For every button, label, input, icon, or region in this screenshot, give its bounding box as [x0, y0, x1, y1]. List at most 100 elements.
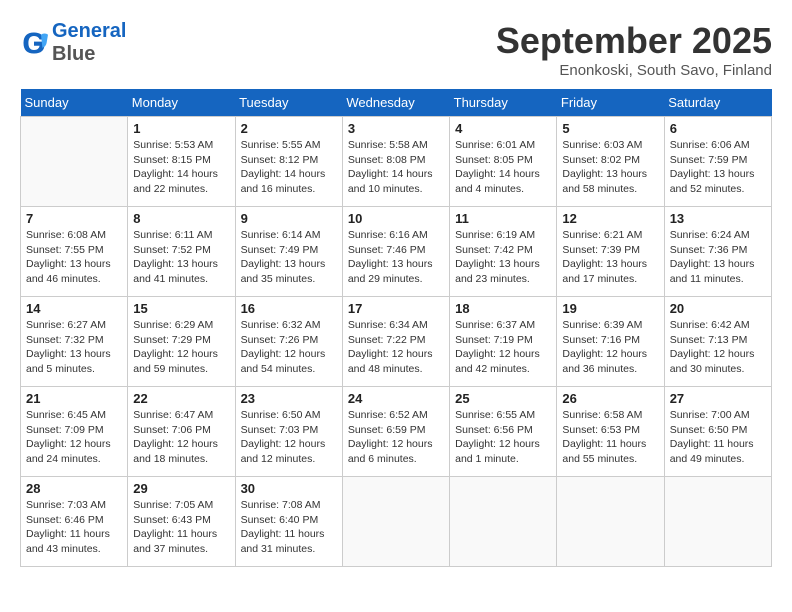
day-info: Sunrise: 7:00 AM Sunset: 6:50 PM Dayligh… — [670, 408, 766, 467]
day-info: Sunrise: 6:39 AM Sunset: 7:16 PM Dayligh… — [562, 318, 658, 377]
calendar-cell: 14Sunrise: 6:27 AM Sunset: 7:32 PM Dayli… — [21, 297, 128, 387]
day-number: 10 — [348, 211, 444, 226]
logo: General Blue — [20, 20, 126, 66]
day-number: 19 — [562, 301, 658, 316]
day-info: Sunrise: 6:11 AM Sunset: 7:52 PM Dayligh… — [133, 228, 229, 287]
calendar-cell: 20 Sunrise: 6:42 AM Sunset: 7:13 PM Dayli… — [664, 297, 771, 387]
calendar-cell: 26Sunrise: 6:58 AM Sunset: 6:53 PM Dayli… — [557, 387, 664, 477]
calendar-cell: 8 Sunrise: 6:11 AM Sunset: 7:52 PM Daylig… — [128, 207, 235, 297]
day-info: Sunrise: 6:01 AM Sunset: 8:05 PM Dayligh… — [455, 138, 551, 197]
calendar-cell: 29 Sunrise: 7:05 AM Sunset: 6:43 PM Dayli… — [128, 477, 235, 567]
day-info: Sunrise: 6:42 AM Sunset: 7:13 PM Dayligh… — [670, 318, 766, 377]
calendar-table: SundayMondayTuesdayWednesdayThursdayFrid… — [20, 89, 772, 567]
day-info: Sunrise: 6:19 AM Sunset: 7:42 PM Dayligh… — [455, 228, 551, 287]
day-number: 14 — [26, 301, 122, 316]
day-number: 3 — [348, 121, 444, 136]
day-number: 25 — [455, 391, 551, 406]
day-number: 30 — [241, 481, 337, 496]
day-info: Sunrise: 6:55 AM Sunset: 6:56 PM Dayligh… — [455, 408, 551, 467]
calendar-cell: 23 Sunrise: 6:50 AM Sunset: 7:03 PM Dayli… — [235, 387, 342, 477]
day-info: Sunrise: 6:29 AM Sunset: 7:29 PM Dayligh… — [133, 318, 229, 377]
day-number: 5 — [562, 121, 658, 136]
day-info: Sunrise: 6:47 AM Sunset: 7:06 PM Dayligh… — [133, 408, 229, 467]
day-header-monday: Monday — [128, 89, 235, 117]
day-info: Sunrise: 7:08 AM Sunset: 6:40 PM Dayligh… — [241, 498, 337, 557]
calendar-cell: 11 Sunrise: 6:19 AM Sunset: 7:42 PM Dayli… — [450, 207, 557, 297]
day-info: Sunrise: 6:52 AM Sunset: 6:59 PM Dayligh… — [348, 408, 444, 467]
day-number: 17 — [348, 301, 444, 316]
day-info: Sunrise: 6:45 AM Sunset: 7:09 PM Dayligh… — [26, 408, 122, 467]
calendar-cell: 19 Sunrise: 6:39 AM Sunset: 7:16 PM Dayli… — [557, 297, 664, 387]
day-number: 2 — [241, 121, 337, 136]
day-header-wednesday: Wednesday — [342, 89, 449, 117]
day-info: Sunrise: 6:16 AM Sunset: 7:46 PM Dayligh… — [348, 228, 444, 287]
week-row-5: 28Sunrise: 7:03 AM Sunset: 6:46 PM Dayli… — [21, 477, 772, 567]
day-header-saturday: Saturday — [664, 89, 771, 117]
day-number: 27 — [670, 391, 766, 406]
calendar-cell — [342, 477, 449, 567]
day-number: 11 — [455, 211, 551, 226]
day-number: 20 — [670, 301, 766, 316]
location: Enonkoski, South Savo, Finland — [496, 62, 772, 79]
calendar-cell: 5 Sunrise: 6:03 AM Sunset: 8:02 PM Daylig… — [557, 117, 664, 207]
calendar-cell: 25 Sunrise: 6:55 AM Sunset: 6:56 PM Dayli… — [450, 387, 557, 477]
week-row-3: 14Sunrise: 6:27 AM Sunset: 7:32 PM Dayli… — [21, 297, 772, 387]
day-number: 12 — [562, 211, 658, 226]
calendar-cell: 22 Sunrise: 6:47 AM Sunset: 7:06 PM Dayli… — [128, 387, 235, 477]
day-header-sunday: Sunday — [21, 89, 128, 117]
day-info: Sunrise: 6:03 AM Sunset: 8:02 PM Dayligh… — [562, 138, 658, 197]
week-row-2: 7 Sunrise: 6:08 AM Sunset: 7:55 PM Daylig… — [21, 207, 772, 297]
day-number: 1 — [133, 121, 229, 136]
day-number: 29 — [133, 481, 229, 496]
day-number: 13 — [670, 211, 766, 226]
calendar-cell: 18 Sunrise: 6:37 AM Sunset: 7:19 PM Dayli… — [450, 297, 557, 387]
day-info: Sunrise: 6:24 AM Sunset: 7:36 PM Dayligh… — [670, 228, 766, 287]
day-number: 28 — [26, 481, 122, 496]
day-number: 8 — [133, 211, 229, 226]
calendar-cell: 24Sunrise: 6:52 AM Sunset: 6:59 PM Dayli… — [342, 387, 449, 477]
calendar-cell: 6Sunrise: 6:06 AM Sunset: 7:59 PM Daylig… — [664, 117, 771, 207]
calendar-cell: 1 Sunrise: 5:53 AM Sunset: 8:15 PM Daylig… — [128, 117, 235, 207]
day-info: Sunrise: 6:50 AM Sunset: 7:03 PM Dayligh… — [241, 408, 337, 467]
calendar-cell — [557, 477, 664, 567]
calendar-cell — [21, 117, 128, 207]
day-info: Sunrise: 6:37 AM Sunset: 7:19 PM Dayligh… — [455, 318, 551, 377]
day-number: 7 — [26, 211, 122, 226]
calendar-cell: 30 Sunrise: 7:08 AM Sunset: 6:40 PM Dayli… — [235, 477, 342, 567]
calendar-cell: 10 Sunrise: 6:16 AM Sunset: 7:46 PM Dayli… — [342, 207, 449, 297]
page-header: General Blue September 2025 Enonkoski, S… — [20, 20, 772, 79]
day-number: 21 — [26, 391, 122, 406]
day-number: 18 — [455, 301, 551, 316]
calendar-cell: 17Sunrise: 6:34 AM Sunset: 7:22 PM Dayli… — [342, 297, 449, 387]
day-number: 26 — [562, 391, 658, 406]
calendar-cell: 2 Sunrise: 5:55 AM Sunset: 8:12 PM Daylig… — [235, 117, 342, 207]
week-row-1: 1 Sunrise: 5:53 AM Sunset: 8:15 PM Daylig… — [21, 117, 772, 207]
day-info: Sunrise: 5:55 AM Sunset: 8:12 PM Dayligh… — [241, 138, 337, 197]
day-info: Sunrise: 6:08 AM Sunset: 7:55 PM Dayligh… — [26, 228, 122, 287]
day-number: 22 — [133, 391, 229, 406]
day-number: 15 — [133, 301, 229, 316]
title-block: September 2025 Enonkoski, South Savo, Fi… — [496, 20, 772, 79]
calendar-cell: 13 Sunrise: 6:24 AM Sunset: 7:36 PM Dayli… — [664, 207, 771, 297]
calendar-cell: 12 Sunrise: 6:21 AM Sunset: 7:39 PM Dayli… — [557, 207, 664, 297]
calendar-cell: 9 Sunrise: 6:14 AM Sunset: 7:49 PM Daylig… — [235, 207, 342, 297]
calendar-cell: 4Sunrise: 6:01 AM Sunset: 8:05 PM Daylig… — [450, 117, 557, 207]
calendar-cell: 15 Sunrise: 6:29 AM Sunset: 7:29 PM Dayli… — [128, 297, 235, 387]
day-info: Sunrise: 6:21 AM Sunset: 7:39 PM Dayligh… — [562, 228, 658, 287]
month-title: September 2025 — [496, 20, 772, 62]
day-header-thursday: Thursday — [450, 89, 557, 117]
logo-text: General Blue — [52, 20, 126, 66]
day-info: Sunrise: 7:05 AM Sunset: 6:43 PM Dayligh… — [133, 498, 229, 557]
day-number: 16 — [241, 301, 337, 316]
calendar-cell — [450, 477, 557, 567]
day-number: 6 — [670, 121, 766, 136]
calendar-header-row: SundayMondayTuesdayWednesdayThursdayFrid… — [21, 89, 772, 117]
day-number: 23 — [241, 391, 337, 406]
day-number: 9 — [241, 211, 337, 226]
day-info: Sunrise: 6:14 AM Sunset: 7:49 PM Dayligh… — [241, 228, 337, 287]
week-row-4: 21 Sunrise: 6:45 AM Sunset: 7:09 PM Dayli… — [21, 387, 772, 477]
day-info: Sunrise: 5:53 AM Sunset: 8:15 PM Dayligh… — [133, 138, 229, 197]
calendar-cell: 21 Sunrise: 6:45 AM Sunset: 7:09 PM Dayli… — [21, 387, 128, 477]
day-info: Sunrise: 5:58 AM Sunset: 8:08 PM Dayligh… — [348, 138, 444, 197]
day-header-tuesday: Tuesday — [235, 89, 342, 117]
